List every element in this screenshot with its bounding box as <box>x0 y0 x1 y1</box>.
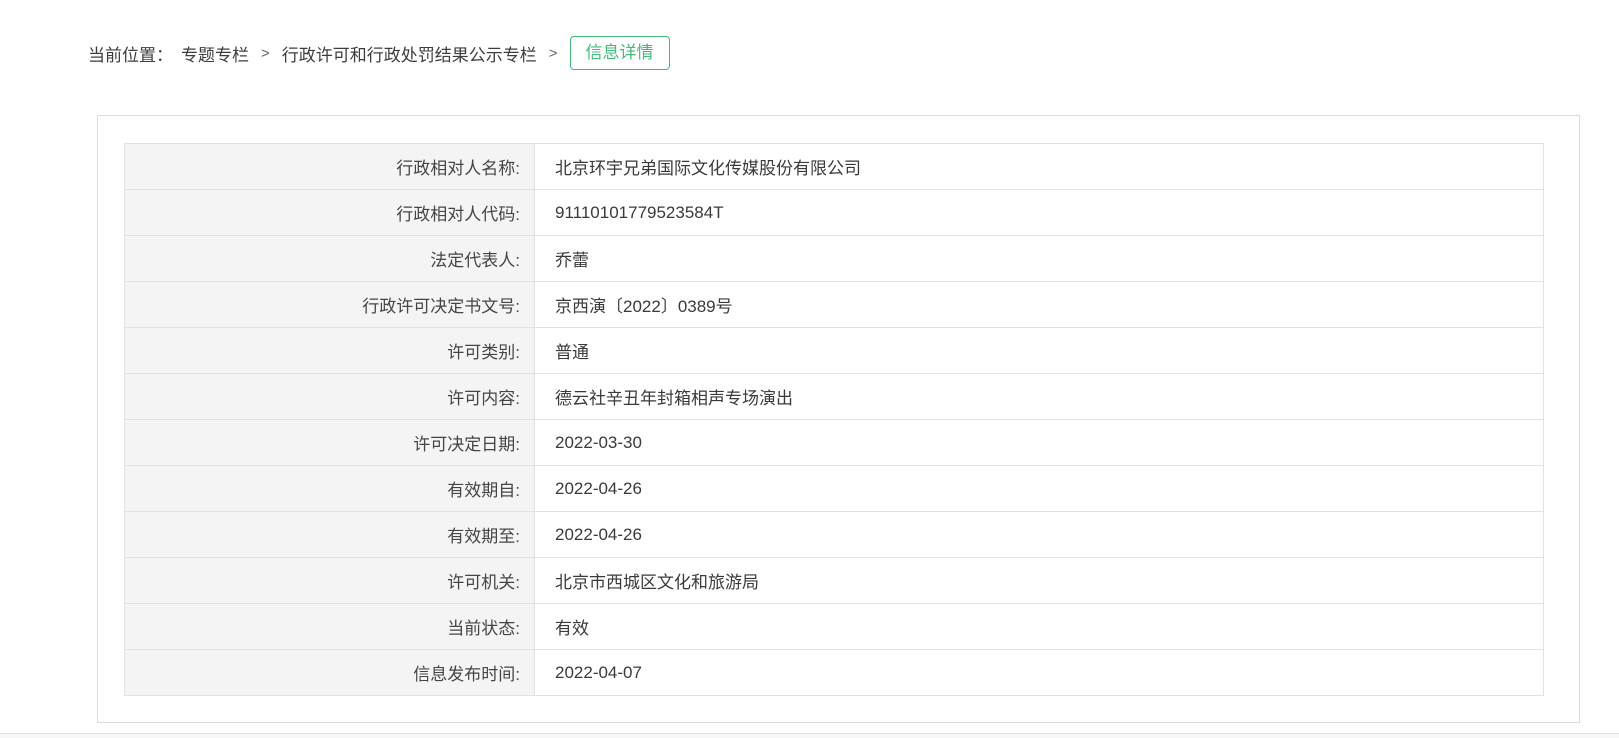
field-value: 2022-03-30 <box>535 420 1544 466</box>
info-detail-button[interactable]: 信息详情 <box>570 36 670 70</box>
field-label: 许可决定日期: <box>125 420 535 466</box>
field-label: 许可类别: <box>125 328 535 374</box>
field-label: 行政相对人名称: <box>125 144 535 190</box>
table-row: 许可机关: 北京市西城区文化和旅游局 <box>125 558 1544 604</box>
field-value: 北京环宇兄弟国际文化传媒股份有限公司 <box>535 144 1544 190</box>
table-row: 行政相对人名称: 北京环宇兄弟国际文化传媒股份有限公司 <box>125 144 1544 190</box>
field-label: 信息发布时间: <box>125 650 535 696</box>
field-label: 当前状态: <box>125 604 535 650</box>
table-row: 行政相对人代码: 91110101779523584T <box>125 190 1544 236</box>
table-row: 许可内容: 德云社辛丑年封箱相声专场演出 <box>125 374 1544 420</box>
field-value: 2022-04-26 <box>535 512 1544 558</box>
breadcrumb-separator-icon: > <box>549 45 558 62</box>
field-label: 许可内容: <box>125 374 535 420</box>
field-label: 有效期至: <box>125 512 535 558</box>
page-bottom-divider <box>0 733 1619 738</box>
breadcrumb-separator-icon: > <box>261 45 270 62</box>
table-row: 信息发布时间: 2022-04-07 <box>125 650 1544 696</box>
detail-panel: 行政相对人名称: 北京环宇兄弟国际文化传媒股份有限公司 行政相对人代码: 911… <box>97 115 1580 723</box>
field-value: 乔蕾 <box>535 236 1544 282</box>
breadcrumb-prefix: 当前位置： <box>88 41 173 66</box>
breadcrumb: 当前位置： 专题专栏 > 行政许可和行政处罚结果公示专栏 > 信息详情 <box>88 34 670 72</box>
field-label: 行政相对人代码: <box>125 190 535 236</box>
license-detail-table: 行政相对人名称: 北京环宇兄弟国际文化传媒股份有限公司 行政相对人代码: 911… <box>124 143 1544 696</box>
field-value: 91110101779523584T <box>535 190 1544 236</box>
table-row: 当前状态: 有效 <box>125 604 1544 650</box>
field-value: 京西演〔2022〕0389号 <box>535 282 1544 328</box>
field-value: 德云社辛丑年封箱相声专场演出 <box>535 374 1544 420</box>
field-label: 行政许可决定书文号: <box>125 282 535 328</box>
field-value: 有效 <box>535 604 1544 650</box>
field-value: 北京市西城区文化和旅游局 <box>535 558 1544 604</box>
field-value: 2022-04-07 <box>535 650 1544 696</box>
table-row: 有效期自: 2022-04-26 <box>125 466 1544 512</box>
table-row: 行政许可决定书文号: 京西演〔2022〕0389号 <box>125 282 1544 328</box>
breadcrumb-item-license-publicity-column[interactable]: 行政许可和行政处罚结果公示专栏 <box>282 41 537 66</box>
breadcrumb-item-special-column[interactable]: 专题专栏 <box>181 41 249 66</box>
table-row: 有效期至: 2022-04-26 <box>125 512 1544 558</box>
field-value: 普通 <box>535 328 1544 374</box>
field-label: 有效期自: <box>125 466 535 512</box>
field-label: 许可机关: <box>125 558 535 604</box>
field-label: 法定代表人: <box>125 236 535 282</box>
field-value: 2022-04-26 <box>535 466 1544 512</box>
table-row: 许可决定日期: 2022-03-30 <box>125 420 1544 466</box>
table-row: 法定代表人: 乔蕾 <box>125 236 1544 282</box>
table-row: 许可类别: 普通 <box>125 328 1544 374</box>
